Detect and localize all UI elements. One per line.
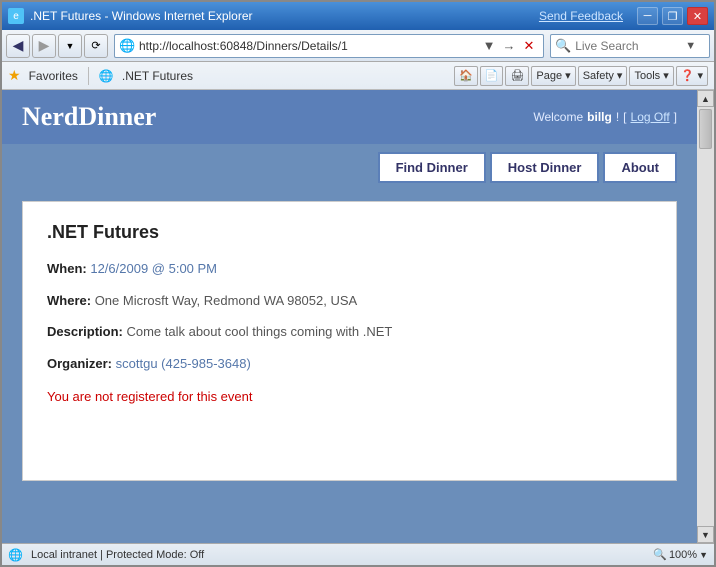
search-bar[interactable]: 🔍 ▼ xyxy=(550,34,710,58)
print-button[interactable]: 🖨 xyxy=(505,66,529,86)
titlebar: e .NET Futures - Windows Internet Explor… xyxy=(2,2,714,30)
zoom-icon: 🔍 xyxy=(653,548,667,561)
window-title: .NET Futures - Windows Internet Explorer xyxy=(30,9,253,23)
scroll-thumb[interactable] xyxy=(699,109,712,149)
when-field: When: 12/6/2009 @ 5:00 PM xyxy=(47,259,652,279)
when-label: When: xyxy=(47,261,87,276)
favorites-label[interactable]: Favorites xyxy=(29,69,78,83)
address-bar[interactable]: 🌐 http://localhost:60848/Dinners/Details… xyxy=(114,34,544,58)
minimize-button[interactable]: ─ xyxy=(637,7,658,25)
search-button[interactable]: ▼ xyxy=(685,40,696,52)
zoom-dropdown-icon[interactable]: ▼ xyxy=(699,550,708,560)
zoom-level[interactable]: 🔍 100% ▼ xyxy=(653,548,708,561)
favorites-bar: ★ Favorites 🌐 .NET Futures 🏠 📄 🖨 Page ▾ … xyxy=(2,62,714,90)
main-content: .NET Futures When: 12/6/2009 @ 5:00 PM W… xyxy=(2,191,697,501)
scrollbar[interactable]: ▲ ▼ xyxy=(697,90,714,543)
host-dinner-button[interactable]: Host Dinner xyxy=(490,152,600,183)
address-go-button[interactable]: → xyxy=(499,36,519,56)
dropdown-button[interactable]: ▼ xyxy=(58,34,82,58)
restore-button[interactable]: ❐ xyxy=(662,7,683,25)
description-label: Description: xyxy=(47,324,123,339)
where-field: Where: One Microsft Way, Redmond WA 9805… xyxy=(47,291,652,311)
tools-menu[interactable]: Tools ▾ xyxy=(629,66,673,86)
site-header: NerdDinner Welcome billg ! [ Log Off ] xyxy=(2,90,697,144)
forward-button[interactable]: ▶ xyxy=(32,34,56,58)
welcome-message: Welcome billg ! [ Log Off ] xyxy=(533,110,677,124)
ie-icon: 🌐 xyxy=(99,69,114,83)
logoff-link[interactable]: Log Off xyxy=(631,110,670,124)
scroll-up-button[interactable]: ▲ xyxy=(697,90,714,107)
organizer-label: Organizer: xyxy=(47,356,112,371)
address-text: http://localhost:60848/Dinners/Details/1 xyxy=(139,39,479,53)
safety-menu[interactable]: Safety ▾ xyxy=(578,66,628,86)
zone-icon: 🌐 xyxy=(8,548,23,562)
about-button[interactable]: About xyxy=(603,152,677,183)
find-dinner-button[interactable]: Find Dinner xyxy=(378,152,486,183)
description-value: Come talk about cool things coming with … xyxy=(126,324,392,339)
site-title: NerdDinner xyxy=(22,102,156,132)
dinner-card: .NET Futures When: 12/6/2009 @ 5:00 PM W… xyxy=(22,201,677,481)
zoom-text: 100% xyxy=(669,549,697,561)
scroll-down-button[interactable]: ▼ xyxy=(697,526,714,543)
organizer-field: Organizer: scottgu (425-985-3648) xyxy=(47,354,652,374)
welcome-suffix: ! xyxy=(616,110,619,124)
where-value: One Microsft Way, Redmond WA 98052, USA xyxy=(95,293,358,308)
logoff-bracket-open: [ xyxy=(623,110,626,124)
welcome-text: Welcome xyxy=(533,110,583,124)
search-input[interactable] xyxy=(575,39,685,53)
when-value: 12/6/2009 @ 5:00 PM xyxy=(90,261,217,276)
send-feedback-link[interactable]: Send Feedback xyxy=(539,9,623,23)
refresh-button[interactable]: ⟳ xyxy=(84,34,108,58)
toolbar-right: 🏠 📄 🖨 Page ▾ Safety ▾ Tools ▾ ❓ ▾ xyxy=(454,66,708,86)
dinner-title: .NET Futures xyxy=(47,222,652,243)
description-field: Description: Come talk about cool things… xyxy=(47,322,652,342)
page-menu[interactable]: Page ▾ xyxy=(531,66,575,86)
close-button[interactable]: ✕ xyxy=(687,7,708,25)
rss-button[interactable]: 📄 xyxy=(480,66,504,86)
zone-text: Local intranet | Protected Mode: Off xyxy=(31,549,645,561)
status-bar: 🌐 Local intranet | Protected Mode: Off 🔍… xyxy=(2,543,714,565)
help-button[interactable]: ❓ ▾ xyxy=(676,66,708,86)
app-icon: e xyxy=(8,8,24,24)
not-registered-text: You are not registered for this event xyxy=(47,389,652,404)
content-area: NerdDinner Welcome billg ! [ Log Off ] F… xyxy=(2,90,714,543)
organizer-value: scottgu (425-985-3648) xyxy=(116,356,251,371)
home-button[interactable]: 🏠 xyxy=(454,66,478,86)
back-button[interactable]: ◀ xyxy=(6,34,30,58)
logoff-bracket-close: ] xyxy=(674,110,677,124)
page-icon: 🌐 xyxy=(119,38,135,54)
where-label: Where: xyxy=(47,293,91,308)
address-stop-button[interactable]: ✕ xyxy=(519,36,539,56)
ie-search-icon: 🔍 xyxy=(555,38,571,54)
favorites-star-icon: ★ xyxy=(8,67,21,84)
favorites-tab[interactable]: .NET Futures xyxy=(122,69,193,83)
site-nav: Find Dinner Host Dinner About xyxy=(2,144,697,191)
separator xyxy=(88,67,89,85)
address-dropdown[interactable]: ▼ xyxy=(479,36,499,56)
web-page: NerdDinner Welcome billg ! [ Log Off ] F… xyxy=(2,90,697,543)
scroll-track[interactable] xyxy=(697,107,714,526)
navigation-bar: ◀ ▶ ▼ ⟳ 🌐 http://localhost:60848/Dinners… xyxy=(2,30,714,62)
username: billg xyxy=(587,110,612,124)
